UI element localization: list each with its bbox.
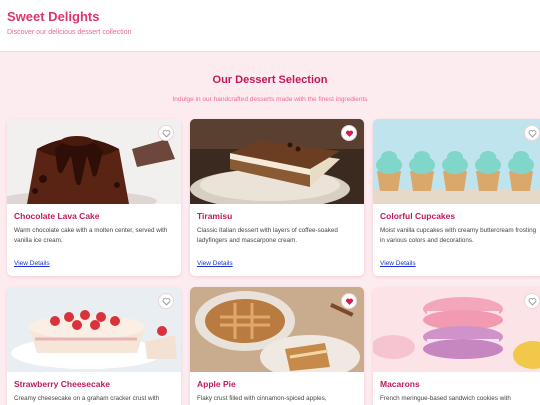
favorite-button[interactable] [524,293,540,309]
heart-outline-icon [162,129,170,137]
view-details-link[interactable]: View Details [380,260,416,267]
favorite-button[interactable] [524,125,540,141]
dessert-image [373,119,540,204]
site-header: Sweet Delights Discover our delicious de… [0,0,540,52]
dessert-card[interactable]: Chocolate Lava Cake Warm chocolate cake … [7,119,181,276]
heart-filled-icon [345,130,353,137]
dessert-name: Macarons [380,379,420,389]
dessert-name: Strawberry Cheesecake [14,379,110,389]
dessert-image [373,287,540,372]
dessert-image [190,119,364,204]
dessert-image [190,287,364,372]
dessert-card[interactable]: Apple Pie Flaky crust filled with cinnam… [190,287,364,405]
section-subtitle: Indulge in our handcrafted desserts made… [172,96,368,103]
dessert-image [7,119,181,204]
dessert-description: Flaky crust filled with cinnamon-spiced … [197,395,327,402]
dessert-description: Moist vanilla cupcakes with creamy butte… [380,227,537,244]
site-title[interactable]: Sweet Delights [7,9,99,24]
heart-filled-icon [345,298,353,305]
dessert-card[interactable]: Macarons French meringue-based sandwich … [373,287,540,405]
view-details-link[interactable]: View Details [14,260,50,267]
dessert-name: Chocolate Lava Cake [14,211,100,221]
dessert-card[interactable]: Strawberry Cheesecake Creamy cheesecake … [7,287,181,405]
dessert-card[interactable]: Colorful Cupcakes Moist vanilla cupcakes… [373,119,540,276]
site-tagline: Discover our delicious dessert collectio… [7,29,132,36]
dessert-description: Warm chocolate cake with a molten center… [14,227,168,244]
dessert-image [7,287,181,372]
dessert-name: Colorful Cupcakes [380,211,456,221]
favorite-button[interactable] [158,293,174,309]
heart-outline-icon [162,297,170,305]
view-details-link[interactable]: View Details [197,260,233,267]
section-title: Our Dessert Selection [212,74,328,86]
heart-outline-icon [528,297,536,305]
dessert-description: Classic Italian dessert with layers of c… [197,227,338,244]
favorite-button[interactable] [341,293,357,309]
heart-outline-icon [528,129,536,137]
dessert-name: Apple Pie [197,379,236,389]
dessert-card[interactable]: Tiramisu Classic Italian dessert with la… [190,119,364,276]
dessert-description: Creamy cheesecake on a graham cracker cr… [14,395,160,402]
favorite-button[interactable] [158,125,174,141]
dessert-name: Tiramisu [197,211,233,221]
dessert-description: French meringue-based sandwich cookies w… [380,395,511,402]
favorite-button[interactable] [341,125,357,141]
